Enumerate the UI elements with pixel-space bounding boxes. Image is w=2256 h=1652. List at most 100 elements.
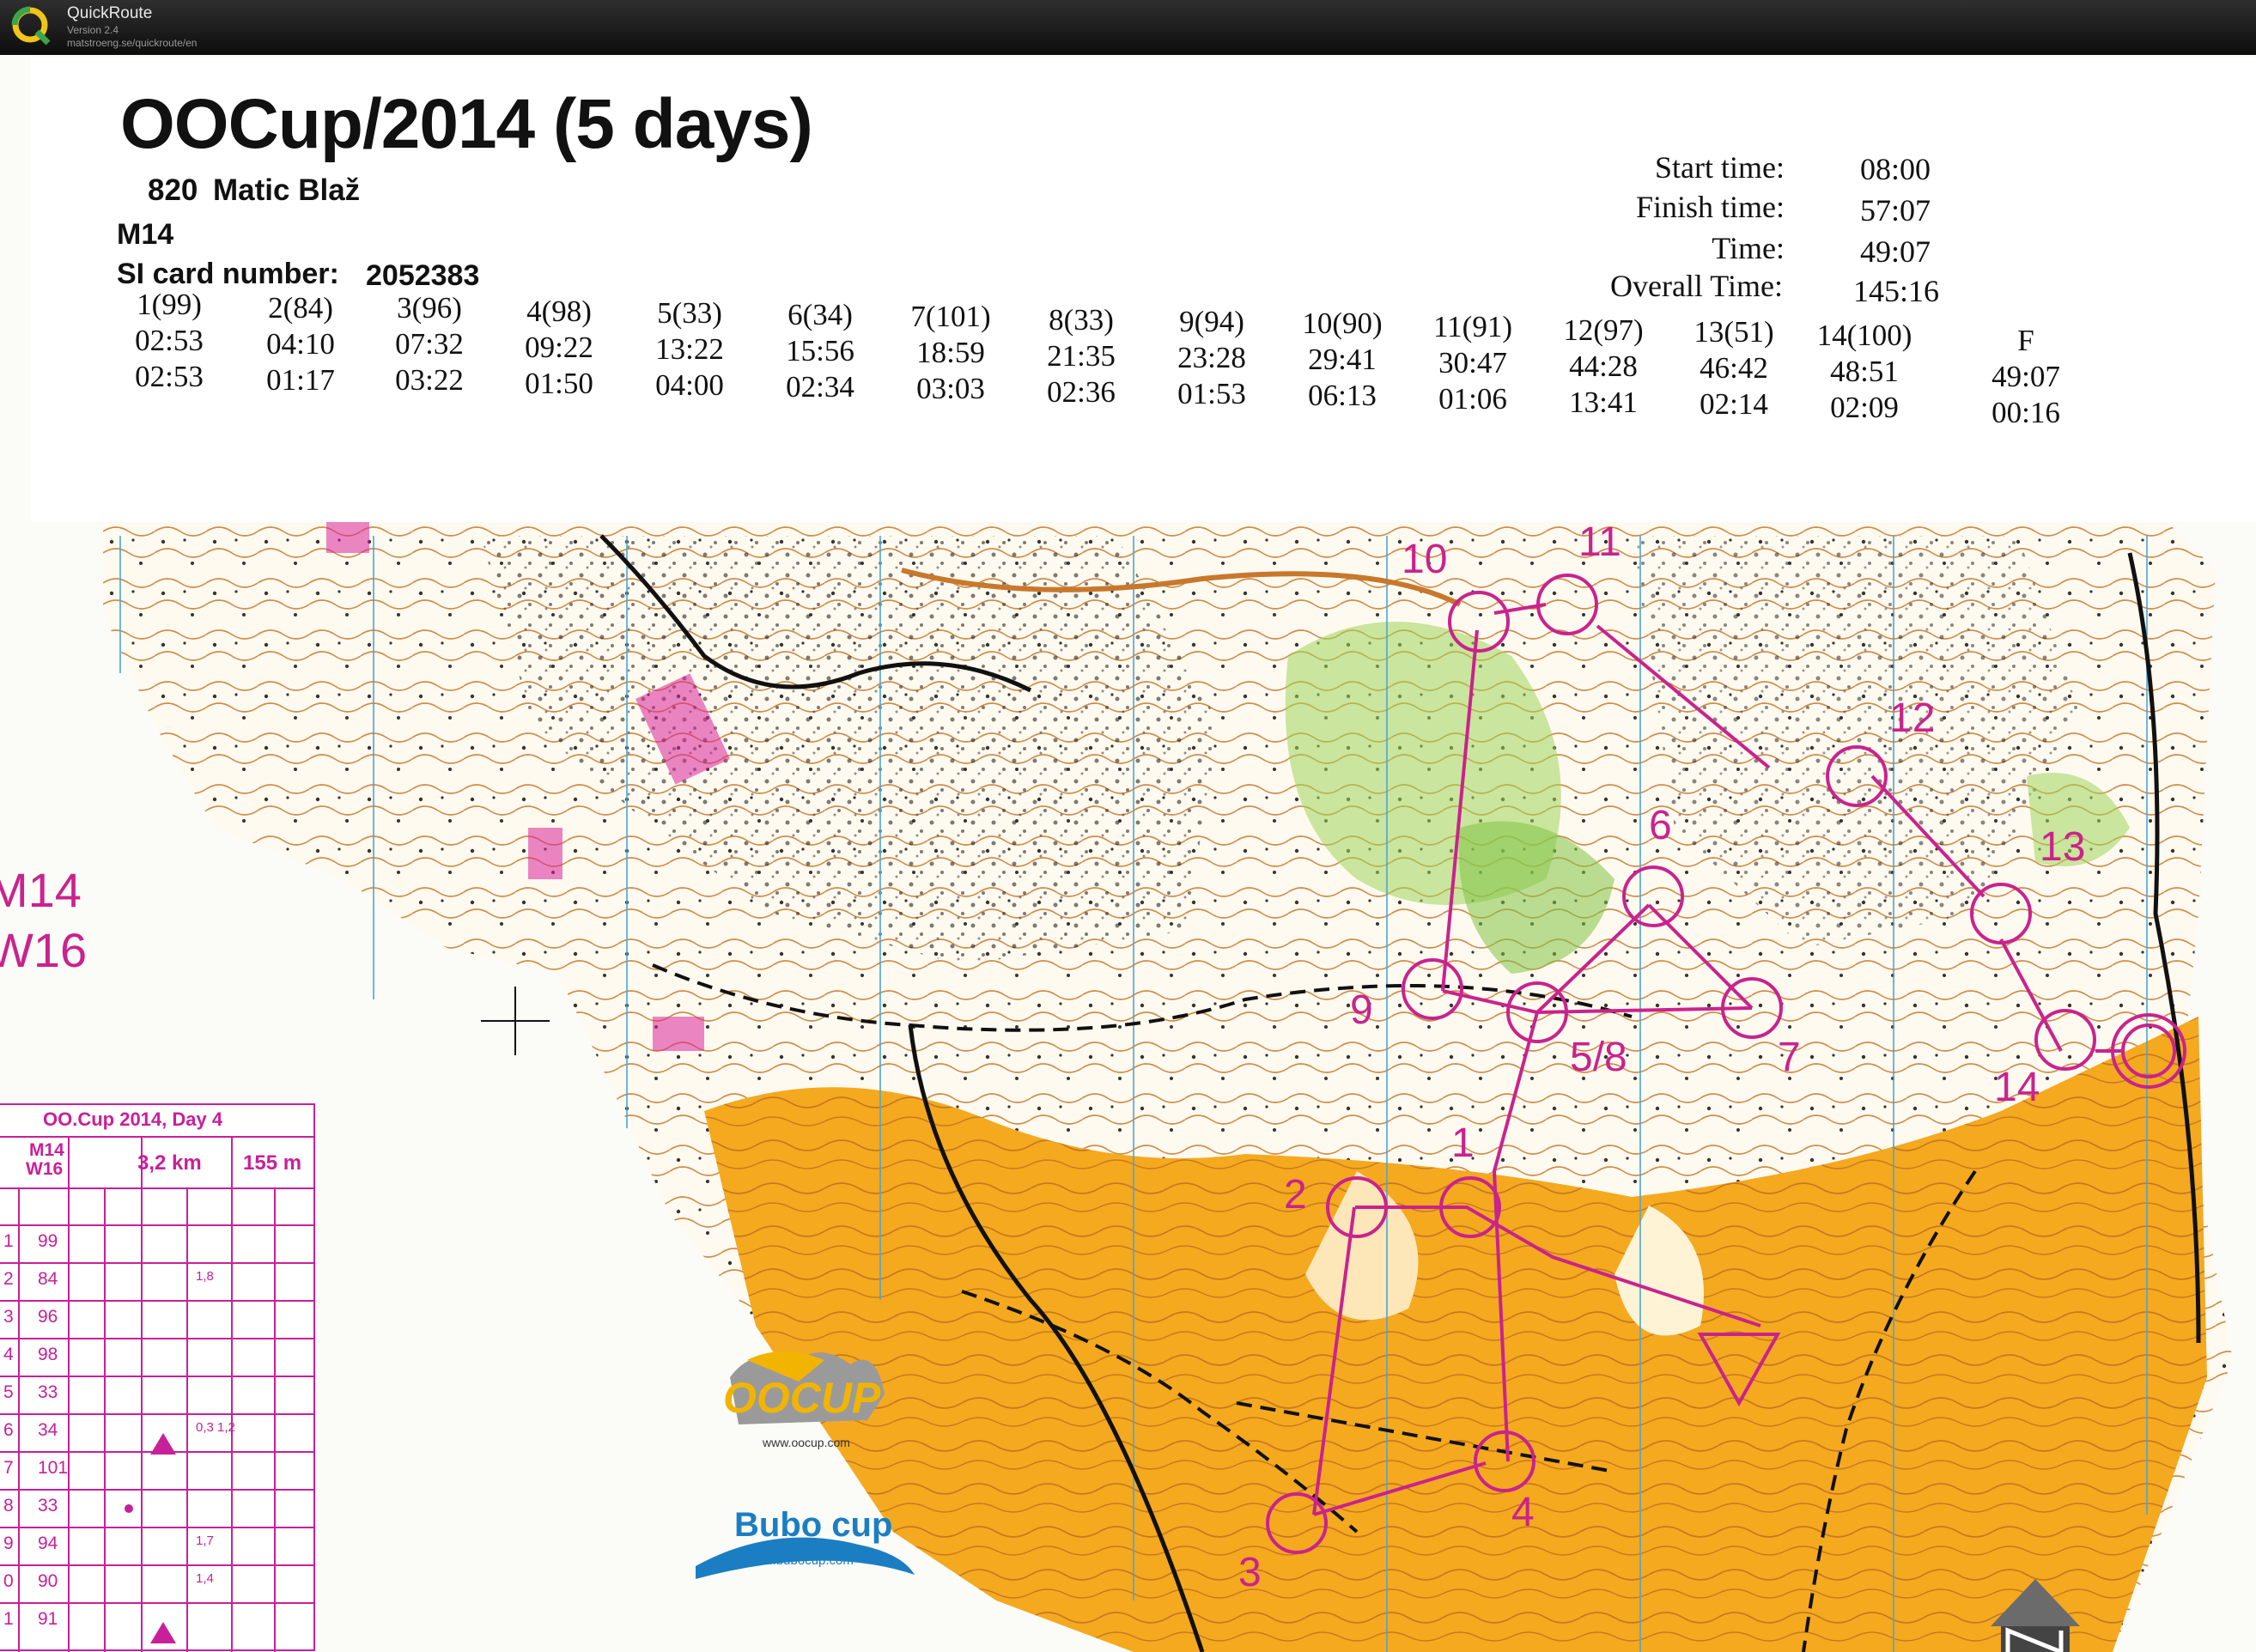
split-control: 11(91): [1432, 310, 1512, 343]
split-column: 6(34) 15:56 02:34: [747, 297, 893, 405]
start-time-value: 08:00: [1860, 152, 1931, 186]
control-description-grid: [0, 1103, 315, 1652]
cdesc-row-code: 33: [38, 1382, 58, 1402]
split-column: 9(94) 23:28 01:53: [1139, 304, 1285, 412]
event-title: OOCup/2014 (5 days): [120, 85, 813, 163]
split-cumulative: 46:42: [1700, 351, 1768, 385]
cdesc-class2: W16: [26, 1159, 64, 1179]
split-leg: 01:06: [1438, 382, 1507, 416]
quickroute-logo-icon: [11, 6, 51, 46]
split-control: 14(100): [1816, 319, 1912, 352]
control-label-1: 1: [1451, 1121, 1475, 1166]
app-url: matstroeng.se/quickroute/en: [67, 37, 198, 49]
cdesc-row-extra: 1,7: [196, 1534, 214, 1548]
split-control: 4(98): [526, 295, 592, 328]
cdesc-row-number: 4: [3, 1345, 14, 1364]
app-name: QuickRoute: [67, 4, 153, 22]
bubo-url: www.bubocup.com: [745, 1553, 854, 1568]
split-leg: 01:17: [266, 363, 335, 397]
split-cumulative: 09:22: [525, 331, 593, 364]
split-column: 8(33) 21:35 02:36: [1008, 302, 1154, 410]
cdesc-row-extra: 1,8: [196, 1269, 214, 1284]
si-card-number: 2052383: [366, 259, 480, 292]
split-leg: 06:13: [1308, 379, 1377, 412]
split-cumulative: 18:59: [916, 336, 985, 369]
cdesc-row-extra: 0,3 1,2: [196, 1420, 235, 1435]
cdesc-row-number: 2: [3, 1269, 14, 1289]
split-column: 7(101) 18:59 03:03: [878, 299, 1024, 407]
overall-time-label: Overall Time:: [1609, 269, 1783, 303]
cdesc-climb: 155 m: [243, 1151, 302, 1175]
split-cumulative: 04:10: [266, 327, 335, 361]
class-label-m14: M14: [0, 863, 82, 917]
split-leg: 02:34: [786, 370, 854, 404]
split-cumulative: 44:28: [1569, 349, 1638, 383]
split-leg: 02:09: [1830, 391, 1899, 424]
split-control: 1(99): [137, 288, 202, 321]
cdesc-row-number: 8: [3, 1496, 14, 1515]
split-leg: 03:22: [395, 363, 464, 397]
split-leg: 00:16: [1991, 396, 2060, 429]
split-cumulative: 48:51: [1830, 355, 1899, 388]
map-viewport[interactable]: M14 W16 1 2 3 4 5/8 6 7 9 10 11 12 13 14…: [0, 55, 2256, 1652]
control-label-5-8: 5/8: [1570, 1035, 1627, 1080]
results-header-sheet: OOCup/2014 (5 days) 820 Matic Blaž M14 S…: [31, 57, 2256, 522]
control-label-6: 6: [1649, 803, 1672, 848]
split-control: 10(90): [1302, 307, 1383, 340]
split-leg: 01:53: [1177, 377, 1246, 410]
cdesc-row-extra: 1,4: [196, 1571, 214, 1586]
time-label: Time:: [1712, 231, 1785, 265]
cdesc-class1: M14: [29, 1140, 64, 1160]
oocup-url: www.oocup.com: [763, 1436, 850, 1449]
split-control: 7(101): [910, 300, 991, 333]
cdesc-row-code: 91: [38, 1609, 58, 1629]
cdesc-row-number: 5: [3, 1382, 14, 1402]
split-control: F: [2017, 324, 2034, 357]
control-label-3: 3: [1238, 1550, 1262, 1595]
split-control: 8(33): [1049, 303, 1114, 337]
bubo-logo-text: Bubo cup: [734, 1506, 893, 1544]
split-column: 2(84) 04:10 01:17: [228, 290, 374, 398]
cdesc-row-code: 34: [38, 1420, 58, 1440]
runner-name: Matic Blaž: [213, 173, 361, 207]
cdesc-row-number: 1: [3, 1609, 14, 1629]
split-cumulative: 07:32: [395, 327, 464, 361]
split-column: 1(99) 02:53 02:53: [96, 287, 242, 395]
control-label-12: 12: [1889, 695, 1936, 741]
split-leg: 04:00: [655, 368, 724, 402]
control-label-9: 9: [1350, 987, 1373, 1033]
cdesc-row-code: 96: [38, 1307, 58, 1327]
split-cumulative: 02:53: [135, 324, 204, 357]
split-control: 6(34): [787, 298, 853, 331]
cdesc-row-number: 6: [3, 1420, 14, 1440]
split-column: 13(51) 46:42 02:14: [1661, 314, 1807, 422]
control-label-4: 4: [1511, 1490, 1535, 1535]
split-column: 4(98) 09:22 01:50: [486, 294, 632, 402]
finish-time-label: Finish time:: [1635, 190, 1785, 224]
split-control: 5(33): [657, 296, 722, 330]
split-cumulative: 15:56: [786, 334, 854, 367]
cdesc-row-number: 9: [3, 1534, 14, 1553]
split-cumulative: 30:47: [1438, 346, 1507, 380]
split-cumulative: 23:28: [1177, 341, 1246, 374]
control-label-10: 10: [1402, 537, 1448, 582]
split-leg: 03:03: [916, 372, 985, 405]
control-label-14: 14: [1994, 1065, 2040, 1110]
split-column: 5(33) 13:22 04:00: [617, 295, 763, 404]
split-column: 14(100) 48:51 02:09: [1791, 318, 1937, 426]
cdesc-row-number: 0: [3, 1571, 14, 1591]
control-label-7: 7: [1778, 1035, 1801, 1080]
cdesc-row-code: 101: [38, 1458, 69, 1478]
class-name: M14: [117, 218, 174, 251]
split-column: 12(97) 44:28 13:41: [1530, 313, 1676, 421]
split-leg: 02:36: [1047, 375, 1116, 409]
split-control: 3(96): [397, 291, 462, 325]
finish-time-value: 57:07: [1860, 193, 1931, 228]
control-label-11: 11: [1578, 519, 1621, 565]
start-time-label: Start time:: [1655, 150, 1785, 185]
cdesc-row-code: 84: [38, 1269, 58, 1289]
time-value: 49:07: [1860, 234, 1931, 269]
split-leg: 01:50: [525, 367, 593, 400]
split-control: 2(84): [268, 291, 333, 325]
control-label-13: 13: [2040, 824, 2086, 870]
